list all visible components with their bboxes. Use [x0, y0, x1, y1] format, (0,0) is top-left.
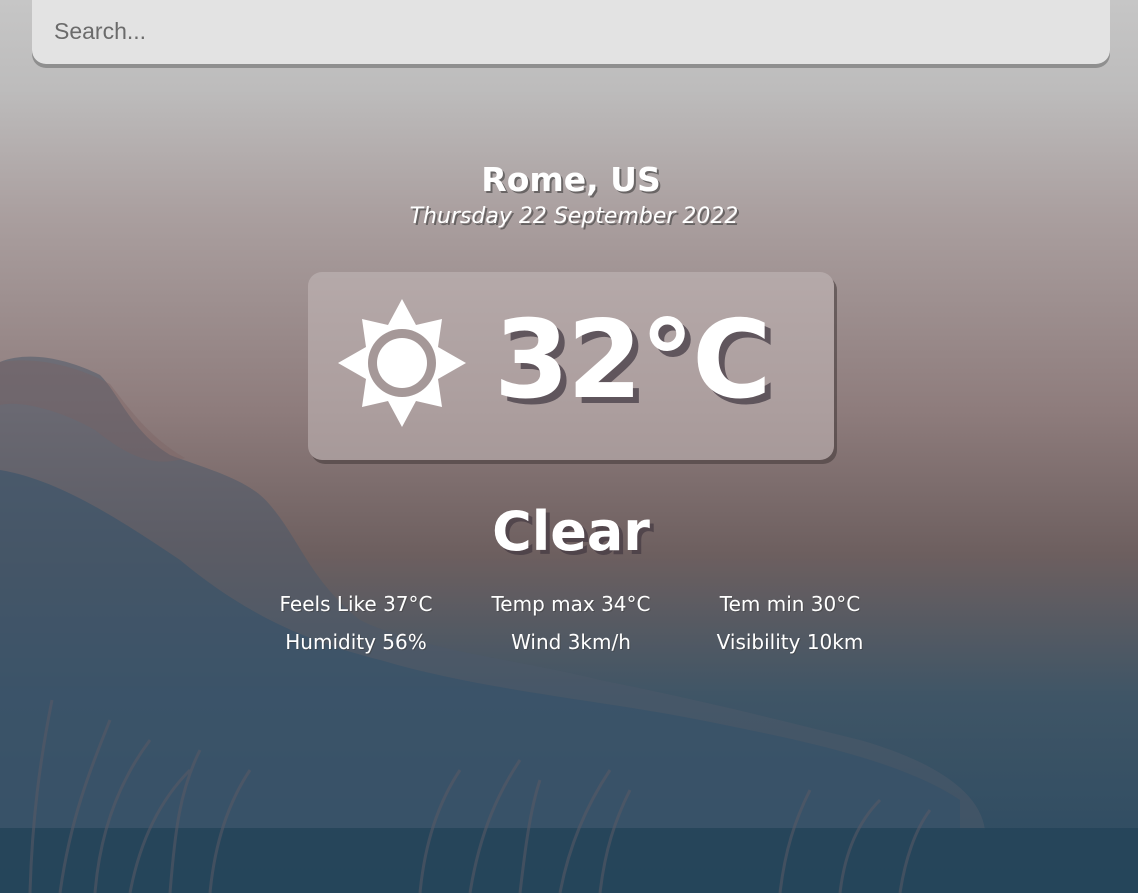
temperature-value: 32°C: [494, 298, 772, 423]
temp-min-stat: Tem min 30°C: [719, 592, 861, 616]
search-input[interactable]: [52, 17, 1090, 46]
search-bar: [32, 0, 1110, 64]
date-label: Thursday 22 September 2022: [409, 204, 739, 229]
sun-icon: [338, 299, 466, 427]
feels-like-stat: Feels Like 37°C: [279, 592, 433, 616]
weather-stats: Feels Like 37°C Temp max 34°C Tem min 30…: [260, 592, 890, 654]
temp-max-stat: Temp max 34°C: [491, 592, 651, 616]
location-title: Rome, US: [481, 160, 661, 199]
visibility-stat: Visibility 10km: [716, 630, 864, 654]
humidity-stat: Humidity 56%: [285, 630, 427, 654]
wind-stat: Wind 3km/h: [511, 630, 631, 654]
weather-condition: Clear: [492, 500, 650, 563]
